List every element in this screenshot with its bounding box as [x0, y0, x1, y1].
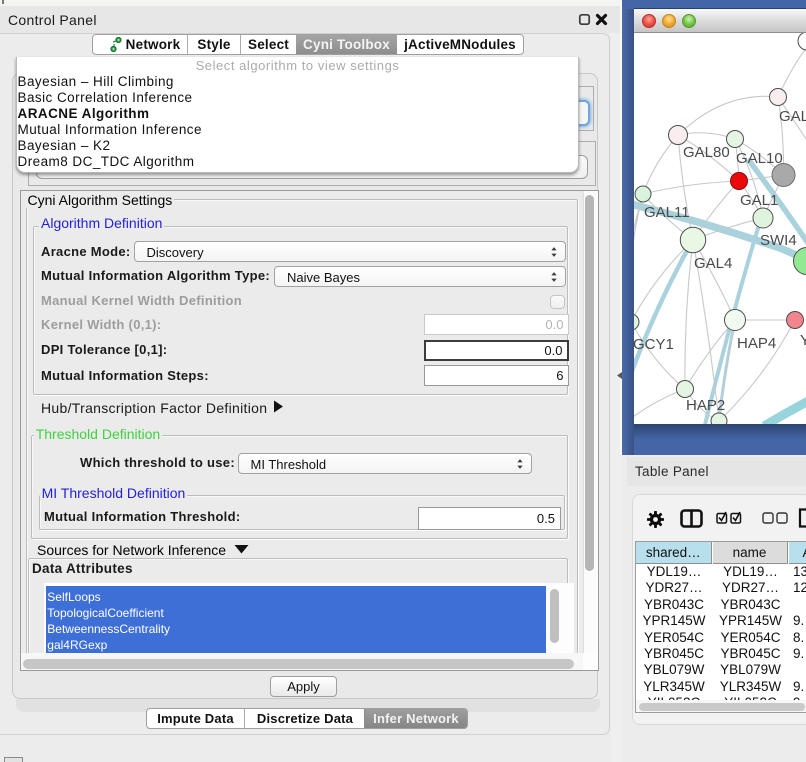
- svg-text:GAL4: GAL4: [694, 255, 732, 272]
- svg-text:GAL1: GAL1: [740, 192, 778, 209]
- svg-text:YJ: YJ: [800, 332, 806, 349]
- svg-text:GAL10: GAL10: [736, 150, 783, 167]
- svg-text:GAL11: GAL11: [644, 204, 690, 221]
- svg-text:HAP2: HAP2: [686, 397, 725, 414]
- svg-text:GAL7: GAL7: [779, 108, 806, 125]
- svg-text:SWI4: SWI4: [760, 232, 797, 249]
- svg-text:HAP4: HAP4: [737, 335, 776, 352]
- svg-text:GAL80: GAL80: [683, 144, 730, 161]
- svg-text:GCY1: GCY1: [634, 336, 674, 353]
